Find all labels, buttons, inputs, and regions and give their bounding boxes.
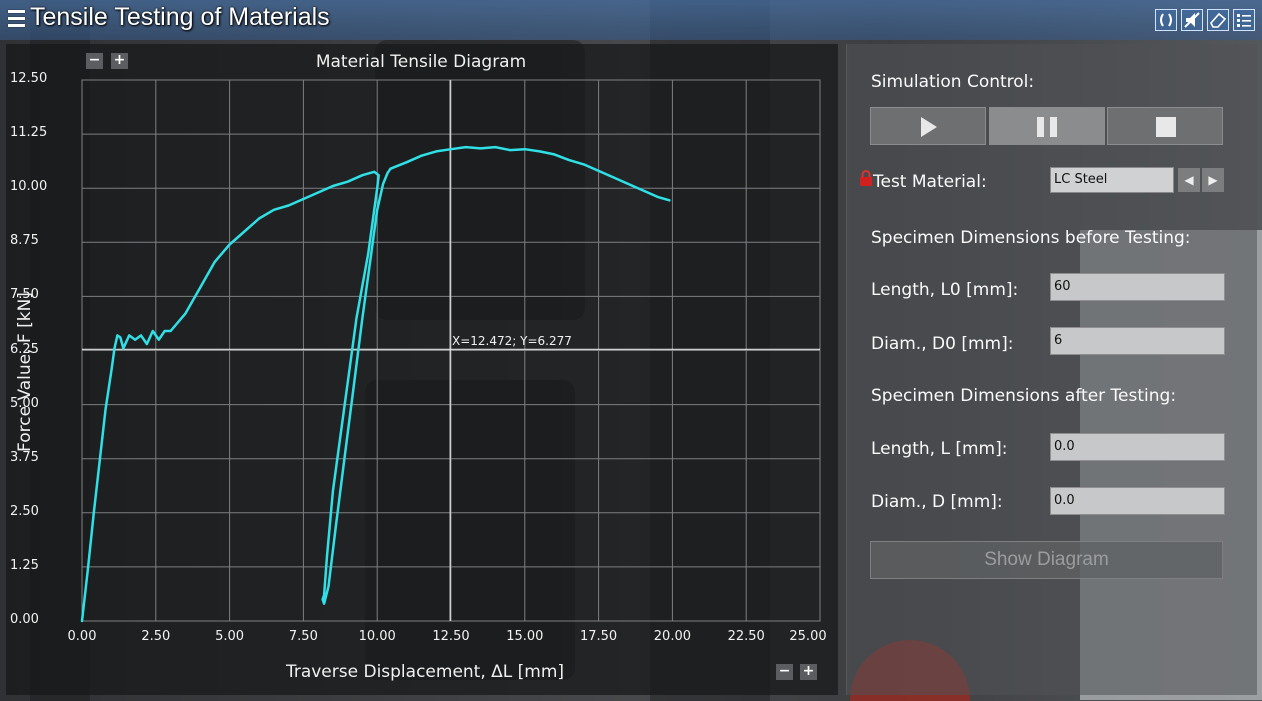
y-tick-label: 12.50 (10, 71, 48, 86)
y-axis-label: Force Value, F [kN] (15, 292, 35, 452)
material-next-button[interactable]: ▶ (1202, 168, 1224, 192)
x-tick-label: 10.00 (358, 629, 396, 644)
x-tick-label: 17.50 (579, 629, 618, 644)
y-tick-label: 0.00 (10, 612, 39, 627)
play-icon (921, 117, 937, 137)
lock-icon[interactable] (859, 170, 873, 186)
test-material-label: Test Material: (873, 172, 987, 192)
play-button[interactable] (870, 107, 986, 145)
pause-button[interactable] (989, 107, 1105, 145)
test-material-select[interactable]: LC Steel (1050, 167, 1174, 193)
y-tick-label: 10.00 (10, 179, 48, 195)
y-tick-label: 1.25 (10, 557, 39, 573)
y-tick-label: 11.25 (10, 125, 48, 141)
y-tick-label: 2.50 (10, 503, 39, 519)
x-tick-label: 25.00 (789, 629, 827, 644)
x-tick-label: 5.00 (215, 629, 245, 644)
x-tick-label: 0.00 (67, 629, 97, 644)
x-tick-label: 15.00 (506, 629, 544, 644)
material-prev-button[interactable]: ◀ (1178, 168, 1200, 192)
simulation-control-label: Simulation Control: (871, 72, 1035, 92)
x-tick-label: 7.50 (288, 629, 318, 644)
diam-before-label: Diam., D0 [mm]: (871, 334, 1014, 354)
length-after-label: Length, L [mm]: (871, 439, 1008, 459)
x-tick-label: 20.00 (653, 629, 691, 644)
after-testing-heading: Specimen Dimensions after Testing: (871, 386, 1177, 406)
pause-icon (1037, 117, 1057, 137)
x-tick-label: 12.50 (432, 629, 470, 644)
plot-grid (81, 79, 821, 622)
force-curve (80, 145, 671, 623)
stop-button[interactable] (1107, 107, 1223, 145)
length-before-label: Length, L0 [mm]: (871, 280, 1019, 300)
cursor-readout: X=12.472; Y=6.277 (452, 334, 572, 348)
stop-icon (1156, 117, 1176, 137)
x-axis-label: Traverse Displacement, ΔL [mm] (285, 662, 565, 682)
length-before-field[interactable]: 60 (1050, 273, 1225, 301)
show-diagram-button[interactable]: Show Diagram (870, 541, 1223, 579)
before-testing-heading: Specimen Dimensions before Testing: (871, 228, 1191, 248)
x-tick-label: 22.50 (727, 629, 765, 644)
x-tick-label: 2.50 (141, 629, 171, 644)
diam-after-field[interactable]: 0.0 (1050, 487, 1225, 515)
diam-after-label: Diam., D [mm]: (871, 492, 1003, 512)
y-tick-label: 8.75 (10, 233, 39, 249)
diam-before-field[interactable]: 6 (1050, 327, 1225, 355)
length-after-field[interactable]: 0.0 (1050, 433, 1225, 461)
